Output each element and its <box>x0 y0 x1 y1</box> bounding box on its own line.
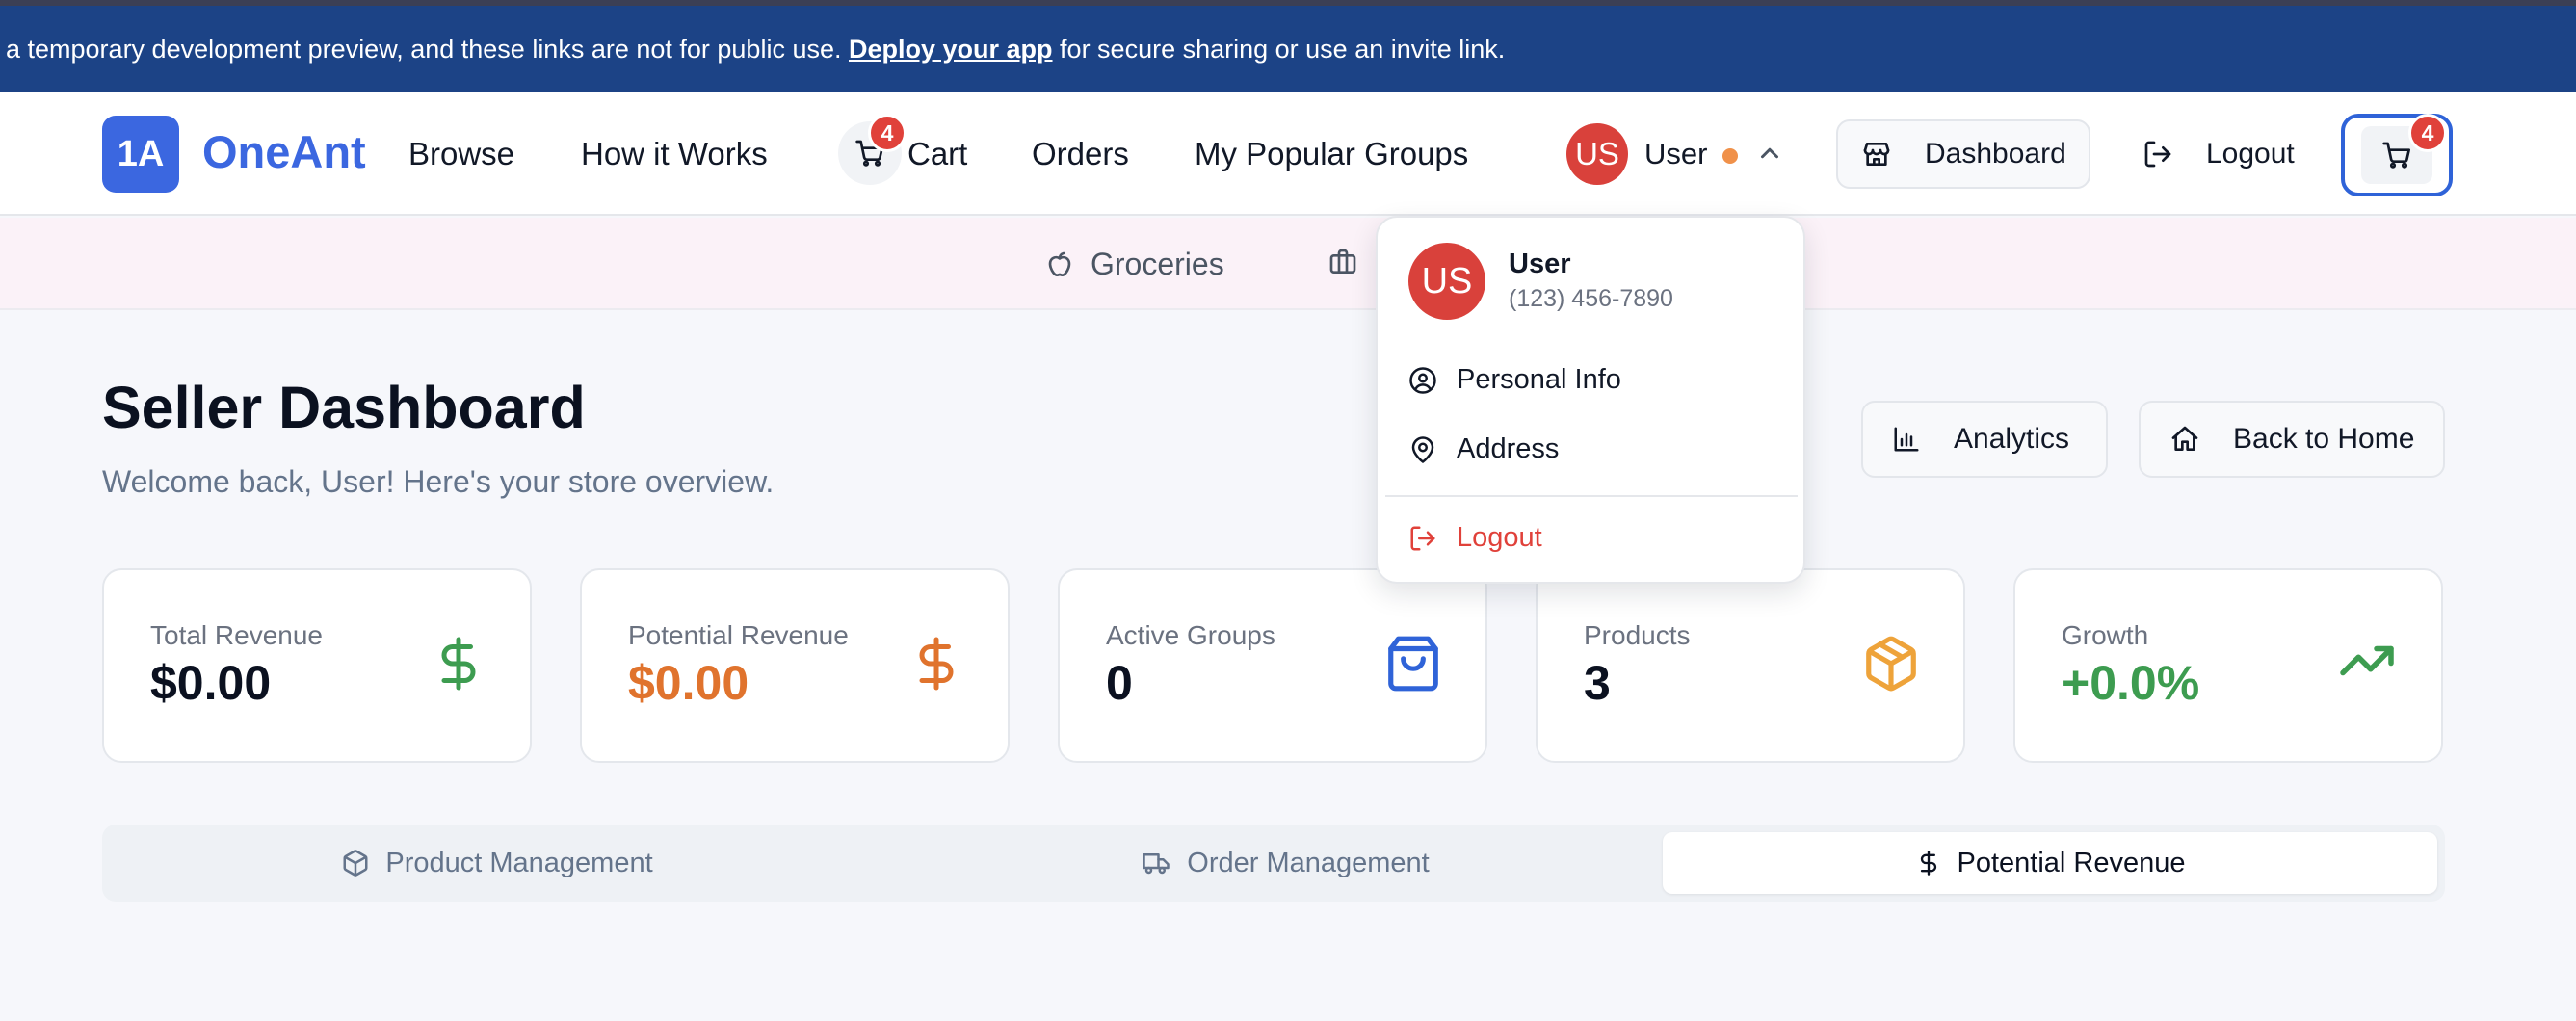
log-out-icon <box>1410 526 1435 550</box>
banner-text-before: a temporary development preview, and the… <box>6 34 842 64</box>
package-icon <box>343 850 368 877</box>
logo-mark[interactable]: 1A <box>102 116 179 193</box>
back-to-home-label: Back to Home <box>2233 423 2415 455</box>
nav-link-my-popular-groups[interactable]: My Popular Groups <box>1195 135 1468 173</box>
dashboard-button-label: Dashboard <box>1925 138 2066 170</box>
logout-button-label: Logout <box>2206 138 2295 170</box>
shopping-bag-icon <box>1388 636 1438 692</box>
stat-card-total-revenue: Total Revenue $0.00 <box>102 568 532 763</box>
cart-button-badge: 4 <box>2408 114 2447 152</box>
back-to-home-button[interactable]: Back to Home <box>2139 401 2445 478</box>
banner-text-after: for secure sharing or use an invite link… <box>1060 34 1506 64</box>
stat-label: Potential Revenue <box>628 620 849 650</box>
menu-item-personal-info[interactable]: Personal Info <box>1408 364 1621 396</box>
preview-banner: a temporary development preview, and the… <box>0 6 2576 92</box>
log-out-icon <box>2144 141 2171 168</box>
page-subtitle: Welcome back, User! Here's your store ov… <box>102 464 775 499</box>
stat-value: $0.00 <box>150 656 272 710</box>
briefcase-icon <box>1329 249 1356 274</box>
user-menu-name[interactable]: User <box>1644 137 1707 171</box>
trending-up-icon <box>2340 645 2394 676</box>
user-avatar[interactable]: US <box>1566 123 1628 185</box>
analytics-button[interactable]: Analytics <box>1861 401 2108 478</box>
menu-item-label: Personal Info <box>1457 364 1621 395</box>
home-icon <box>2171 426 2198 451</box>
map-pin-icon <box>1411 435 1434 463</box>
menu-divider <box>1385 495 1798 497</box>
user-dropdown-menu: US User (123) 456-7890 Personal Info Add… <box>1376 216 1805 584</box>
stat-label: Products <box>1584 620 1691 650</box>
tab-product-management[interactable]: Product Management <box>102 832 892 894</box>
nav-link-browse[interactable]: Browse <box>408 135 514 173</box>
stat-value: $0.00 <box>628 656 749 710</box>
stat-value: +0.0% <box>2062 656 2200 710</box>
menu-item-address[interactable]: Address <box>1408 433 1559 465</box>
nav-link-orders[interactable]: Orders <box>1032 135 1129 173</box>
dollar-icon <box>441 637 476 691</box>
page-title: Seller Dashboard <box>102 375 586 440</box>
menu-item-label: Logout <box>1457 522 1542 553</box>
category-next[interactable] <box>1327 247 1374 277</box>
dashboard-tabs: Product Management Order Management Pote… <box>102 825 2445 902</box>
category-groceries-label: Groceries <box>1091 247 1224 281</box>
bar-chart-icon <box>1894 427 1919 452</box>
menu-item-label: Address <box>1457 433 1560 464</box>
nav-link-how-it-works[interactable]: How it Works <box>581 135 768 173</box>
category-bar: Groceries <box>0 218 2576 310</box>
dashboard-button[interactable]: Dashboard <box>1836 119 2090 189</box>
user-circle-icon <box>1409 366 1436 394</box>
dropdown-user-phone: (123) 456-7890 <box>1509 285 1673 312</box>
dropdown-user-name: User <box>1509 249 1571 279</box>
analytics-button-label: Analytics <box>1954 423 2070 455</box>
deploy-app-link[interactable]: Deploy your app <box>849 35 1053 65</box>
stat-card-potential-revenue: Potential Revenue $0.00 <box>580 568 1010 763</box>
logo-text[interactable]: OneAnt <box>202 125 366 179</box>
logout-button[interactable]: Logout <box>2142 133 2295 175</box>
chevron-up-icon[interactable] <box>1755 139 1784 168</box>
cart-icon <box>2382 142 2410 169</box>
tab-label: Order Management <box>1187 847 1430 878</box>
stat-label: Active Groups <box>1106 620 1275 650</box>
apple-icon <box>1048 251 1071 276</box>
nav-link-cart[interactable]: Cart <box>907 135 967 173</box>
package-icon <box>1866 636 1916 692</box>
dollar-icon <box>919 637 954 691</box>
tab-label: Potential Revenue <box>1957 847 2186 878</box>
cart-count-badge: 4 <box>868 114 907 152</box>
status-indicator <box>1722 148 1738 164</box>
dropdown-avatar: US <box>1408 243 1485 320</box>
stat-label: Growth <box>2062 620 2149 650</box>
top-navbar: 1A OneAnt Browse How it Works 4 Cart Ord… <box>0 92 2576 216</box>
stat-card-growth: Growth +0.0% <box>2013 568 2443 763</box>
stat-card-products: Products 3 <box>1536 568 1965 763</box>
store-icon <box>1863 143 1890 166</box>
category-groceries[interactable]: Groceries <box>1044 247 1224 282</box>
menu-item-logout[interactable]: Logout <box>1408 522 1542 554</box>
stat-label: Total Revenue <box>150 620 324 650</box>
dollar-icon <box>1920 851 1936 876</box>
truck-icon <box>1143 853 1170 875</box>
stat-card-active-groups: Active Groups 0 <box>1058 568 1487 763</box>
stat-value: 3 <box>1584 656 1611 710</box>
tab-order-management[interactable]: Order Management <box>892 832 1678 894</box>
tab-label: Product Management <box>385 847 653 878</box>
stat-value: 0 <box>1106 656 1133 710</box>
tab-potential-revenue[interactable]: Potential Revenue <box>1663 832 2437 894</box>
